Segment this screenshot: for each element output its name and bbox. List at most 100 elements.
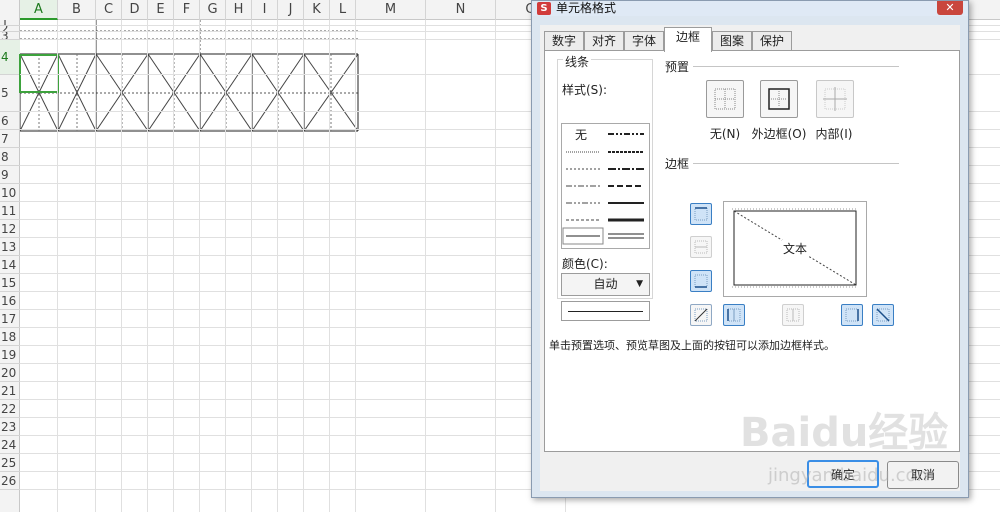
color-dropdown[interactable]: 自动 ▼ (561, 273, 650, 296)
row-header-25[interactable]: 25 (0, 454, 20, 472)
row-header-7[interactable]: 7 (0, 130, 20, 148)
grid-column-line (225, 20, 226, 512)
grid-column-line (57, 20, 58, 512)
tab-protection[interactable]: 保护 (752, 31, 792, 51)
grid-column-line (147, 20, 148, 512)
border-bottom-button[interactable] (690, 270, 712, 292)
line-preview (561, 301, 650, 321)
grid-column-line (121, 20, 122, 512)
column-header-e[interactable]: E (148, 0, 174, 20)
presets-divider (693, 66, 899, 67)
row-header-23[interactable]: 23 (0, 418, 20, 436)
grid-column-line (199, 20, 200, 512)
preset-none-icon (714, 88, 736, 110)
row-header-5[interactable]: 5 (0, 75, 20, 112)
column-header-k[interactable]: K (304, 0, 330, 20)
presets-group-label: 预置 (663, 58, 692, 75)
baidu-watermark-url: jingyan.baidu.com (768, 465, 935, 486)
tab-number[interactable]: 数字 (544, 31, 584, 51)
grid-column-line (303, 20, 304, 512)
preset-outline-icon (768, 88, 790, 110)
border-right-button[interactable] (841, 304, 863, 326)
column-header-i[interactable]: I (252, 0, 278, 20)
border-inside-vertical-button[interactable] (782, 304, 804, 326)
grid-column-line (329, 20, 330, 512)
border-diagonal-up-button[interactable] (690, 304, 712, 326)
row-header-12[interactable]: 12 (0, 220, 20, 238)
preset-outline-button[interactable] (760, 80, 798, 118)
column-header-h[interactable]: H (226, 0, 252, 20)
row-header-8[interactable]: 8 (0, 148, 20, 166)
grid-column-line (277, 20, 278, 512)
tab-pattern[interactable]: 图案 (712, 31, 752, 51)
line-preview-stroke (568, 311, 643, 312)
row-header-26[interactable]: 26 (0, 472, 20, 490)
column-header-g[interactable]: G (200, 0, 226, 20)
border-top-button[interactable] (690, 203, 712, 225)
color-value: 自动 (593, 277, 618, 291)
dialog-title: 单元格格式 (556, 1, 617, 15)
grid-column-line (173, 20, 174, 512)
grid-column-line (495, 20, 496, 512)
border-preview[interactable]: 文本 (723, 201, 867, 297)
border-left-icon (727, 308, 741, 322)
tab-alignment[interactable]: 对齐 (584, 31, 624, 51)
column-header-a[interactable]: A (20, 0, 58, 20)
column-header-b[interactable]: B (58, 0, 96, 20)
column-header-d[interactable]: D (122, 0, 148, 20)
row-header-13[interactable]: 13 (0, 238, 20, 256)
line-style-list[interactable]: 无 (561, 123, 650, 249)
row-header-19[interactable]: 19 (0, 346, 20, 364)
baidu-watermark: Baidu经验 (740, 410, 949, 456)
close-button[interactable]: ✕ (937, 1, 963, 15)
border-diagonal-down-icon (876, 308, 890, 322)
preset-none-label: 无(N) (709, 127, 741, 141)
row-header-9[interactable]: 9 (0, 166, 20, 184)
border-diagonal-down-button[interactable] (872, 304, 894, 326)
row-header-3[interactable]: 3 (0, 32, 20, 40)
grid-column-line (355, 20, 356, 512)
row-header-17[interactable]: 17 (0, 310, 20, 328)
row-header-22[interactable]: 22 (0, 400, 20, 418)
chevron-down-icon: ▼ (636, 279, 643, 289)
hint-text: 单击预置选项、预览草图及上面的按钮可以添加边框样式。 (549, 339, 835, 352)
column-header-f[interactable]: F (174, 0, 200, 20)
wps-logo-icon: S (537, 2, 551, 15)
column-header-j[interactable]: J (278, 0, 304, 20)
row-header-14[interactable]: 14 (0, 256, 20, 274)
select-all-corner[interactable] (0, 0, 20, 20)
column-header-c[interactable]: C (96, 0, 122, 20)
column-header-n[interactable]: N (426, 0, 496, 20)
row-header-18[interactable]: 18 (0, 328, 20, 346)
row-header-24[interactable]: 24 (0, 436, 20, 454)
style-none[interactable]: 无 (575, 126, 587, 143)
row-header-15[interactable]: 15 (0, 274, 20, 292)
border-left-button[interactable] (723, 304, 745, 326)
row-header-20[interactable]: 20 (0, 364, 20, 382)
row-header-4[interactable]: 4 (0, 40, 20, 75)
color-label: 颜色(C): (560, 255, 610, 272)
row-header-21[interactable]: 21 (0, 382, 20, 400)
grid-column-line (251, 20, 252, 512)
preview-text: 文本 (782, 240, 809, 257)
border-inside-vertical-icon (786, 308, 800, 322)
dialog-titlebar[interactable]: S 单元格格式 ✕ (532, 1, 968, 16)
row-header-10[interactable]: 10 (0, 184, 20, 202)
tab-border[interactable]: 边框 (664, 27, 712, 52)
border-right-icon (845, 308, 859, 322)
border-divider (693, 163, 899, 164)
column-header-m[interactable]: M (356, 0, 426, 20)
tab-font[interactable]: 字体 (624, 31, 664, 51)
preset-inside-button[interactable] (816, 80, 854, 118)
grid-column-line (95, 20, 96, 512)
border-tab-panel: 线条 样式(S): 无 颜色(C): 自动 ▼ 预置 无(N) 外边框(O) 内… (544, 50, 960, 452)
row-header-6[interactable]: 6 (0, 112, 20, 130)
border-inside-horizontal-icon (694, 240, 708, 254)
border-inside-horizontal-button[interactable] (690, 236, 712, 258)
row-header-16[interactable]: 16 (0, 292, 20, 310)
border-top-icon (694, 207, 708, 221)
row-header-11[interactable]: 11 (0, 202, 20, 220)
column-header-l[interactable]: L (330, 0, 356, 20)
preset-none-button[interactable] (706, 80, 744, 118)
grid-column-line (425, 20, 426, 512)
